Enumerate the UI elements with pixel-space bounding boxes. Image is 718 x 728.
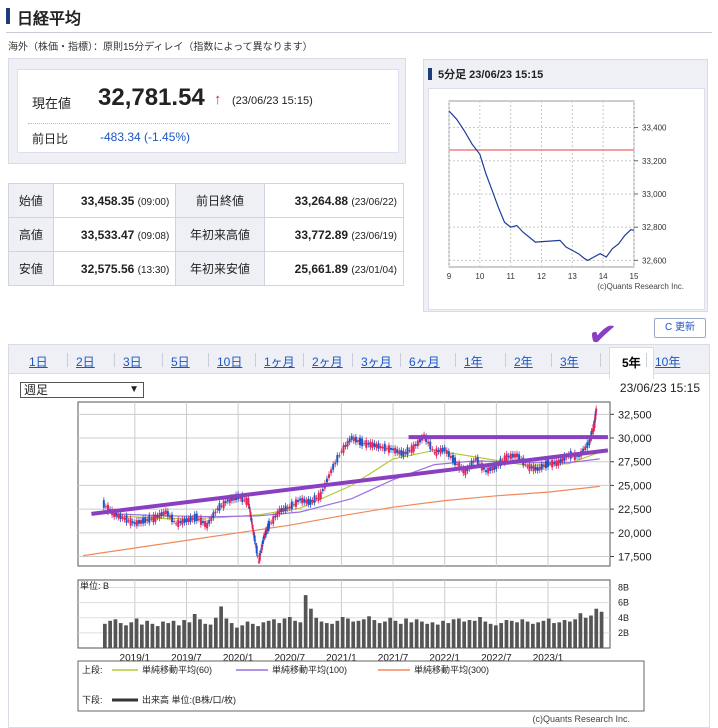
x-tick-label: 15 xyxy=(630,272,639,281)
tab-separator xyxy=(600,353,601,367)
tab-separator xyxy=(551,353,552,367)
tab-separator xyxy=(646,353,647,367)
tab-4[interactable]: 5日 xyxy=(171,353,190,370)
main-chart-box xyxy=(8,374,710,728)
y-tick-label: 33,000 xyxy=(642,190,667,199)
tab-separator xyxy=(114,353,115,367)
tab-3[interactable]: 3日 xyxy=(123,353,142,370)
tab-7[interactable]: 2ヶ月 xyxy=(312,353,343,370)
high-label: 高値 xyxy=(8,217,54,252)
x-tick-label: 10 xyxy=(475,272,484,281)
open-value: 33,458.35 (09:00) xyxy=(52,183,177,218)
price-box: 現在値 32,781.54 ↑ (23/06/23 15:15) 前日比 -48… xyxy=(8,58,406,164)
prev-close-label: 前日終値 xyxy=(175,183,265,218)
title-accent-bar xyxy=(6,8,10,24)
tab-separator xyxy=(67,353,68,367)
page-title: 日経平均 xyxy=(17,11,82,28)
tab-separator xyxy=(400,353,401,367)
table-row: 始値 33,458.35 (09:00) 前日終値 33,264.88 (23/… xyxy=(8,183,405,218)
ytd-low-label: 年初来安値 xyxy=(175,251,265,286)
tab-separator xyxy=(208,353,209,367)
tab-separator xyxy=(352,353,353,367)
y-tick-label: 32,600 xyxy=(642,256,667,265)
interval-dropdown[interactable]: 週足 ▼ xyxy=(20,382,144,398)
tab-5[interactable]: 10日 xyxy=(217,353,242,370)
open-label: 始値 xyxy=(8,183,54,218)
ytd-high-value: 33,772.89 (23/06/19) xyxy=(263,217,405,252)
table-row: 高値 33,533.47 (09:08) 年初来高値 33,772.89 (23… xyxy=(8,217,405,252)
intraday-chart-panel: 9 10 11 12 13 14 15 32,600 32,800 33,000 33,200 33,… xyxy=(428,88,705,310)
y-tick-label: 33,200 xyxy=(642,157,667,166)
tab-separator xyxy=(255,353,256,367)
low-label: 安値 xyxy=(8,251,54,286)
x-tick-label: 13 xyxy=(568,272,577,281)
low-value: 32,575.56 (13:30) xyxy=(52,251,177,286)
tab-2[interactable]: 2日 xyxy=(76,353,95,370)
chart-credit: (c)Quants Research Inc. xyxy=(597,282,684,291)
up-arrow-icon: ↑ xyxy=(214,91,222,108)
x-tick-label: 11 xyxy=(507,272,516,281)
tab-11[interactable]: 2年 xyxy=(514,353,533,370)
x-tick-label: 9 xyxy=(447,272,452,281)
divider xyxy=(28,123,390,124)
tab-separator xyxy=(455,353,456,367)
ytd-low-value: 25,661.89 (23/01/04) xyxy=(263,251,405,286)
y-tick-label: 33,400 xyxy=(642,124,667,133)
delay-note: 海外（株価・指標）：原則15分ディレイ（指数によって異なります） xyxy=(8,42,313,53)
ytd-high-label: 年初来高値 xyxy=(175,217,265,252)
table-row: 安値 32,575.56 (13:30) 年初来安値 25,661.89 (23… xyxy=(8,251,405,286)
tab-12[interactable]: 3年 xyxy=(560,353,579,370)
tab-separator xyxy=(303,353,304,367)
price-change: -483.34 (-1.45%) xyxy=(100,130,191,144)
current-price: 32,781.54 xyxy=(98,84,205,111)
tab-separator xyxy=(505,353,506,367)
change-label: 前日比 xyxy=(32,132,69,146)
chevron-down-icon: ▼ xyxy=(129,384,139,395)
tab-8[interactable]: 3ヶ月 xyxy=(361,353,392,370)
price-inner: 現在値 32,781.54 ↑ (23/06/23 15:15) 前日比 -48… xyxy=(17,69,399,153)
intraday-chart-header: 5分足 23/06/23 15:15 xyxy=(428,66,543,82)
intraday-chart-box: 5分足 23/06/23 15:15 9 10 11 12 13 14 15 32,600 32… xyxy=(423,59,708,312)
current-price-label: 現在値 xyxy=(32,96,72,111)
tab-separator xyxy=(162,353,163,367)
page-title-bar: 日経平均 xyxy=(6,4,712,33)
tab-10[interactable]: 1年 xyxy=(464,353,483,370)
y-tick-label: 32,800 xyxy=(642,223,667,232)
tab-6[interactable]: 1ヶ月 xyxy=(264,353,295,370)
tab-1[interactable]: 1日 xyxy=(29,353,48,370)
stats-table: 始値 33,458.35 (09:00) 前日終値 33,264.88 (23/… xyxy=(8,183,405,286)
tab-9[interactable]: 6ヶ月 xyxy=(409,353,440,370)
prev-close-value: 33,264.88 (23/06/22) xyxy=(263,183,405,218)
current-price-time: (23/06/23 15:15) xyxy=(232,95,313,107)
period-tabs: 1日 2日 3日 5日 10日 1ヶ月 2ヶ月 3ヶ月 6ヶ月 1年 2年 3年 5年 10年 xyxy=(8,344,710,379)
x-tick-label: 14 xyxy=(599,272,608,281)
intraday-chart: 9 10 11 12 13 14 1532,600 32,800 33,000 33,200 33,… xyxy=(447,100,684,291)
x-tick-label: 12 xyxy=(537,272,546,281)
chart-timestamp: 23/06/23 15:15 xyxy=(619,381,700,395)
tab-14[interactable]: 10年 xyxy=(655,353,680,370)
high-value: 33,533.47 (09:08) xyxy=(52,217,177,252)
refresh-button[interactable]: C 更新 xyxy=(654,318,706,338)
